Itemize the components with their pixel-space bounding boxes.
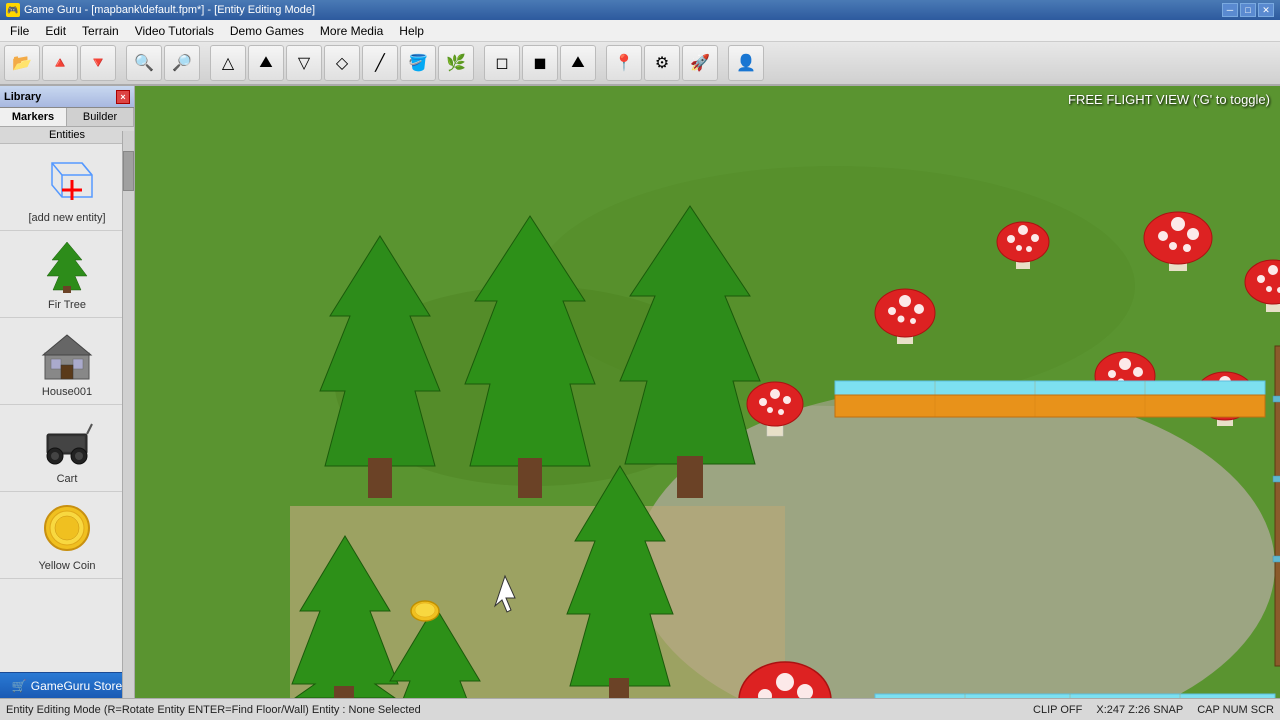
menu-item-help[interactable]: Help (391, 20, 432, 41)
menu-item-terrain[interactable]: Terrain (74, 20, 127, 41)
sidebar-scrollbar[interactable] (122, 131, 134, 698)
rotate-btn[interactable]: ⚙ (644, 45, 680, 81)
toolbar-separator (476, 45, 482, 81)
yellow-coin-label: Yellow Coin (38, 560, 95, 572)
store-label: GameGuru Store (31, 679, 122, 693)
open-button[interactable]: 📂 (4, 45, 40, 81)
toolbar-separator (118, 45, 124, 81)
player-btn[interactable]: 👤 (728, 45, 764, 81)
zoom-out-button[interactable]: 🔎 (164, 45, 200, 81)
main-layout: Library × Markers Builder Entities (0, 86, 1280, 698)
library-title: Library (4, 91, 116, 103)
statusbar-left: Entity Editing Mode (R=Rotate Entity ENT… (6, 704, 1013, 716)
library-tabs: Markers Builder (0, 108, 134, 127)
save-down-button[interactable]: 🔻 (80, 45, 116, 81)
add-entity-label: [add new entity] (28, 212, 105, 224)
list-item-fir-tree[interactable]: Fir Tree (0, 231, 134, 318)
list-item-add-entity[interactable]: [add new entity] (0, 144, 134, 231)
scene-viewport (135, 86, 1280, 698)
titlebar-icon: 🎮 (6, 3, 20, 17)
menu-item-video-tutorials[interactable]: Video Tutorials (127, 20, 222, 41)
add-entity-icon (32, 150, 102, 210)
terrain-btn1[interactable]: △ (210, 45, 246, 81)
mountain-btn[interactable]: ⛰ (560, 45, 596, 81)
statusbar-cap: CAP NUM SCR (1197, 704, 1274, 716)
fir-tree-label: Fir Tree (48, 299, 86, 311)
terrain-btn6[interactable]: 🪣 (400, 45, 436, 81)
terrain-btn2[interactable]: ⛰ (248, 45, 284, 81)
toolbar: 📂🔺🔻🔍🔎△⛰▽◇╱🪣🌿◻◼⛰📍⚙🚀👤 (0, 42, 1280, 86)
close-button[interactable]: ✕ (1258, 3, 1274, 17)
fir-tree-icon (32, 237, 102, 297)
yellow-coin-icon (32, 498, 102, 558)
object-btn2[interactable]: ◼ (522, 45, 558, 81)
library-close-button[interactable]: × (116, 90, 130, 104)
toolbar-separator (720, 45, 726, 81)
viewport[interactable]: FREE FLIGHT VIEW ('G' to toggle) (135, 86, 1280, 698)
menu-item-edit[interactable]: Edit (37, 20, 74, 41)
maximize-button[interactable]: □ (1240, 3, 1256, 17)
tab-builder[interactable]: Builder (67, 108, 134, 126)
store-icon: 🛒 (12, 679, 27, 693)
house-icon (32, 324, 102, 384)
titlebar-title: Game Guru - [mapbank\default.fpm*] - [En… (24, 4, 1222, 16)
statusbar-clip: CLIP OFF (1033, 704, 1082, 716)
cart-label: Cart (57, 473, 78, 485)
titlebar-controls: ─ □ ✕ (1222, 3, 1274, 17)
sidebar: Library × Markers Builder Entities (0, 86, 135, 698)
entities-label: Entities (0, 127, 134, 144)
titlebar: 🎮 Game Guru - [mapbank\default.fpm*] - [… (0, 0, 1280, 20)
object-btn1[interactable]: ◻ (484, 45, 520, 81)
terrain-btn3[interactable]: ▽ (286, 45, 322, 81)
menubar: FileEditTerrainVideo TutorialsDemo Games… (0, 20, 1280, 42)
tab-markers[interactable]: Markers (0, 108, 67, 126)
list-item-house[interactable]: House001 (0, 318, 134, 405)
house-label: House001 (42, 386, 92, 398)
terrain-btn4[interactable]: ◇ (324, 45, 360, 81)
menu-item-demo-games[interactable]: Demo Games (222, 20, 312, 41)
library-header: Library × (0, 86, 134, 108)
statusbar-coords: X:247 Z:26 SNAP (1096, 704, 1183, 716)
save-up-button[interactable]: 🔺 (42, 45, 78, 81)
rocket-btn[interactable]: 🚀 (682, 45, 718, 81)
statusbar: Entity Editing Mode (R=Rotate Entity ENT… (0, 698, 1280, 720)
list-item-yellow-coin[interactable]: Yellow Coin (0, 492, 134, 579)
statusbar-right: CLIP OFF X:247 Z:26 SNAP CAP NUM SCR (1033, 704, 1274, 716)
terrain-btn5[interactable]: ╱ (362, 45, 398, 81)
marker-btn[interactable]: 📍 (606, 45, 642, 81)
library-content: [add new entity] Fir Tree (0, 144, 134, 672)
store-button[interactable]: 🛒 GameGuru Store (0, 672, 134, 698)
menu-item-more-media[interactable]: More Media (312, 20, 391, 41)
zoom-in-button[interactable]: 🔍 (126, 45, 162, 81)
menu-item-file[interactable]: File (2, 20, 37, 41)
list-item-cart[interactable]: Cart (0, 405, 134, 492)
terrain-btn7[interactable]: 🌿 (438, 45, 474, 81)
minimize-button[interactable]: ─ (1222, 3, 1238, 17)
toolbar-separator (598, 45, 604, 81)
toolbar-separator (202, 45, 208, 81)
cart-icon (32, 411, 102, 471)
